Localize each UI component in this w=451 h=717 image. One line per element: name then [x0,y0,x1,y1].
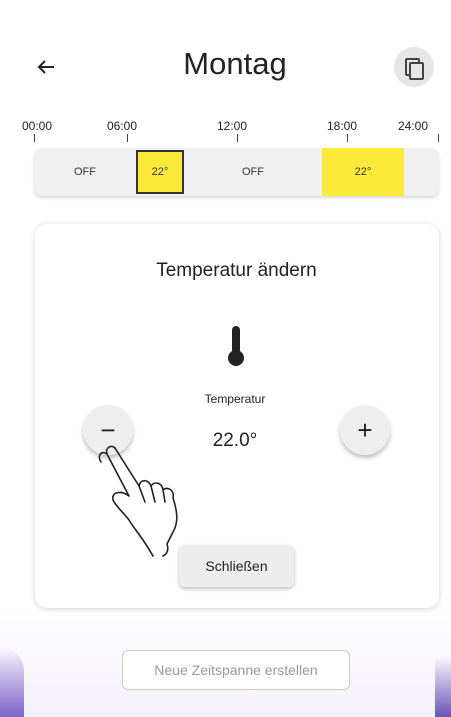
copy-icon-front [409,62,424,80]
close-button[interactable]: Schließen [179,545,294,587]
decrease-temperature-button[interactable]: − [83,405,133,455]
time-tick [34,134,35,142]
time-label: 18:00 [327,119,358,133]
time-label: 06:00 [107,119,138,133]
time-tick [237,134,238,142]
copy-button[interactable] [394,47,434,87]
background-accent [435,657,451,717]
time-label: 24:00 [398,119,429,133]
new-timespan-button[interactable]: Neue Zeitspanne erstellen [122,650,350,690]
app-screen: Montag 00:00 06:00 12:00 18:00 24:00 OFF… [0,0,451,717]
temperature-value: 22.0° [212,430,258,451]
timeline-segment-heat-selected[interactable]: 22° [136,150,184,194]
page-title: Montag [183,46,287,81]
time-label: 12:00 [217,119,248,133]
minus-icon: − [100,414,116,445]
thermometer-icon [226,324,246,368]
plus-icon: + [357,414,373,445]
timeline-segment-off[interactable]: OFF [184,148,322,196]
timeline-segment-off[interactable]: OFF [34,148,136,196]
dialog-title: Temperatur ändern [156,260,317,281]
time-tick [127,134,128,142]
background-accent [0,647,24,717]
time-label: 00:00 [22,119,53,133]
timeline-segment-heat[interactable]: 22° [322,148,404,196]
schedule-timeline: OFF 22° OFF 22° [34,148,439,196]
increase-temperature-button[interactable]: + [340,405,390,455]
time-tick [347,134,348,142]
timeline-segment-off[interactable] [404,148,439,196]
time-tick [438,134,439,142]
temperature-label: Temperatur [204,392,266,406]
arrow-left-icon[interactable] [34,52,64,82]
